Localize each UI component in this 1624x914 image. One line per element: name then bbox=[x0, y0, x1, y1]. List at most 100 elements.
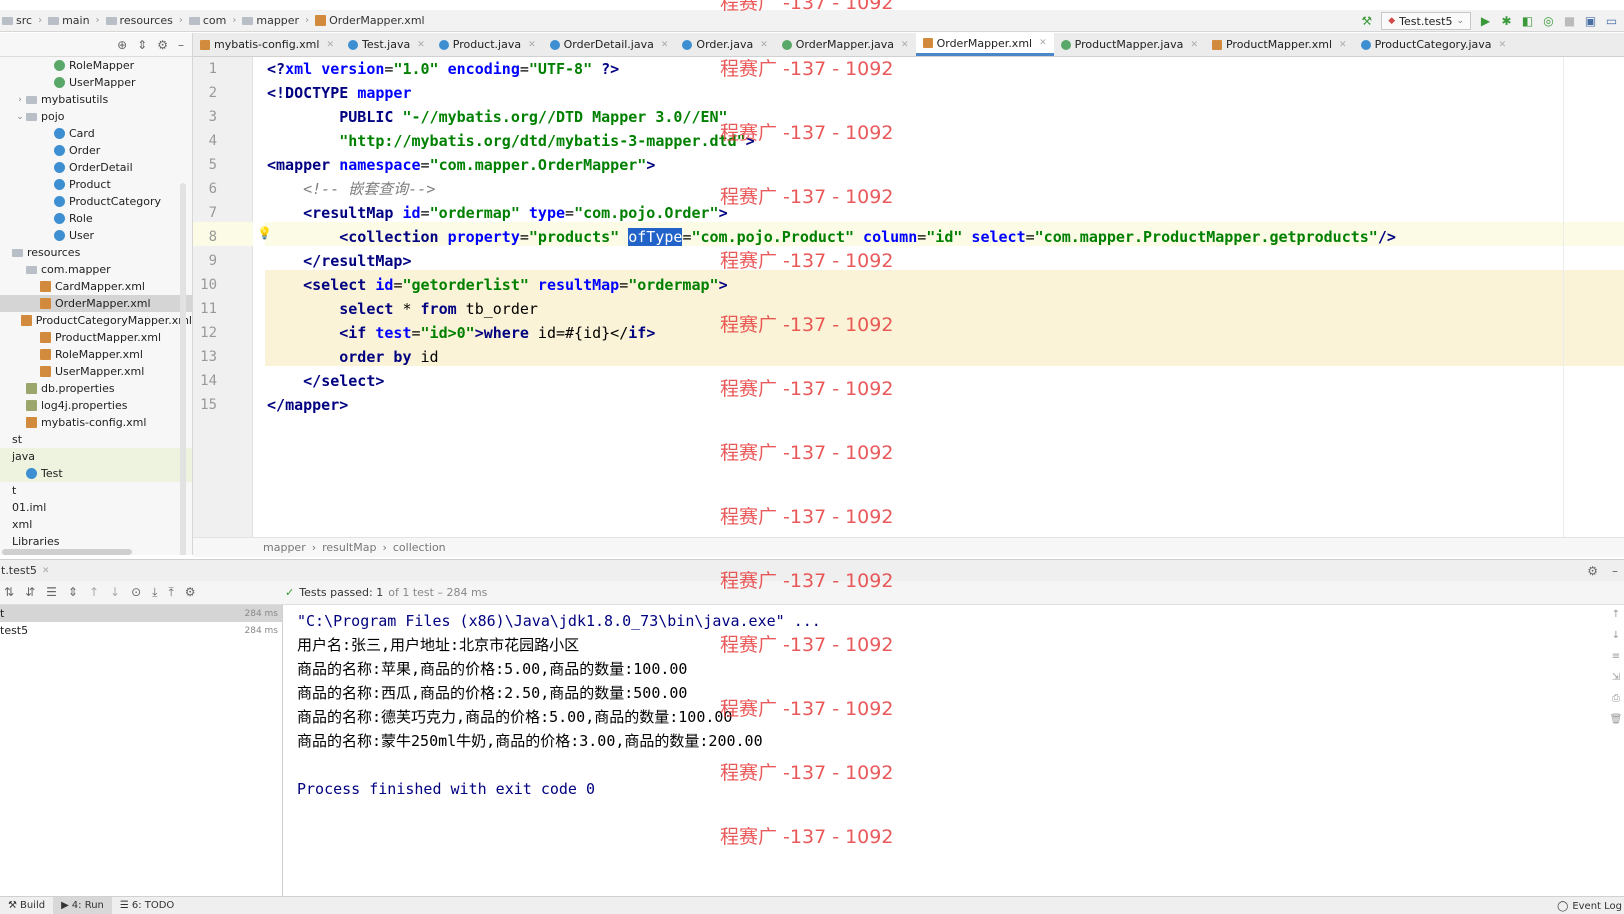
project-tree-item[interactable]: t bbox=[0, 482, 192, 499]
run-configuration-select[interactable]: ◆ Test.test5 ⌄ bbox=[1381, 12, 1471, 30]
project-tree-item[interactable]: com.mapper bbox=[0, 261, 192, 278]
editor-tab[interactable]: OrderMapper.xml ✕ bbox=[915, 33, 1054, 56]
project-tree-item[interactable]: CardMapper.xml bbox=[0, 278, 192, 295]
close-icon[interactable]: ✕ bbox=[1339, 40, 1347, 50]
project-tree-item[interactable]: ProductCategory bbox=[0, 193, 192, 210]
tree-arrow-icon[interactable]: › bbox=[14, 95, 26, 105]
editor-tab[interactable]: OrderDetail.java ✕ bbox=[543, 33, 676, 56]
close-icon[interactable]: ✕ bbox=[528, 40, 536, 50]
breadcrumb-main[interactable]: main bbox=[46, 14, 91, 27]
breadcrumb-mapper[interactable]: mapper bbox=[240, 14, 301, 27]
breadcrumb-resources[interactable]: resources bbox=[104, 14, 175, 27]
code-line-15[interactable]: </mapper> bbox=[267, 393, 348, 417]
build-tool-button[interactable]: ⚒ Build bbox=[0, 897, 53, 914]
code-line-9[interactable]: </resultMap> bbox=[267, 249, 411, 273]
project-tree-item[interactable]: OrderMapper.xml bbox=[0, 295, 192, 312]
gear-icon[interactable]: ⚙ bbox=[1587, 564, 1598, 578]
code-editor[interactable]: 💡 1 2 3 4 5 6 7 8 9 10 11 12 13 14 15 <?xml version="1… bbox=[193, 57, 1624, 537]
selected-word[interactable]: ofType bbox=[628, 228, 683, 246]
breadcrumb-src[interactable]: src bbox=[0, 14, 34, 27]
close-icon[interactable]: ✕ bbox=[1190, 40, 1198, 50]
scroll-end-icon[interactable]: ⇲ bbox=[1612, 672, 1620, 683]
editor-crumb-resultmap[interactable]: resultMap bbox=[322, 541, 376, 554]
code-line-8[interactable]: <collection property="products" ofType="… bbox=[267, 225, 1396, 249]
collapse-all-icon[interactable]: ⇕ bbox=[68, 585, 78, 600]
minimize-icon[interactable]: – bbox=[1612, 564, 1618, 578]
code-line-1[interactable]: <?xml version="1.0" encoding="UTF-8" ?> bbox=[267, 57, 619, 81]
editor-tab[interactable]: OrderMapper.java ✕ bbox=[775, 33, 916, 56]
project-horizontal-scrollbar[interactable] bbox=[2, 549, 132, 555]
zoom-icon[interactable]: ⊙ bbox=[131, 585, 141, 600]
project-tree-item[interactable]: Product bbox=[0, 176, 192, 193]
editor-tab[interactable]: Order.java ✕ bbox=[675, 33, 774, 56]
project-tree-item[interactable]: OrderDetail bbox=[0, 159, 192, 176]
project-tree-item[interactable]: Order bbox=[0, 142, 192, 159]
console-output[interactable]: "C:\Program Files (x86)\Java\jdk1.8.0_73… bbox=[283, 605, 1624, 896]
project-tree-item[interactable]: ⌄ pojo bbox=[0, 108, 192, 125]
project-tree-item[interactable]: ProductCategoryMapper.xml bbox=[0, 312, 192, 329]
code-line-10[interactable]: <select id="getorderlist" resultMap="ord… bbox=[267, 273, 727, 297]
close-icon[interactable]: ✕ bbox=[901, 40, 909, 50]
close-icon[interactable]: ✕ bbox=[760, 40, 768, 50]
project-tree-item[interactable]: 01.iml bbox=[0, 499, 192, 516]
settings-icon[interactable]: ⚙ bbox=[185, 585, 196, 600]
coverage-icon[interactable]: ◧ bbox=[1521, 14, 1534, 28]
export-icon[interactable]: ⤒ bbox=[168, 585, 173, 600]
editor-tab[interactable]: Test.java ✕ bbox=[341, 33, 432, 56]
project-scrollbar[interactable] bbox=[180, 183, 186, 555]
editor-tab[interactable]: Product.java ✕ bbox=[432, 33, 543, 56]
editor-tab[interactable]: ProductMapper.xml ✕ bbox=[1205, 33, 1354, 56]
project-tree-item[interactable]: Libraries bbox=[0, 533, 192, 550]
wrap-icon[interactable]: ≡ bbox=[1612, 651, 1620, 662]
editor-tab[interactable]: ProductCategory.java ✕ bbox=[1354, 33, 1514, 56]
debug-icon[interactable]: ✱ bbox=[1500, 14, 1513, 28]
code-line-11[interactable]: select * from tb_order bbox=[267, 297, 538, 321]
project-structure-icon[interactable]: ▣ bbox=[1584, 14, 1597, 28]
gear-icon[interactable]: ⚙ bbox=[157, 38, 168, 52]
minimize-icon[interactable]: – bbox=[178, 38, 184, 52]
project-tree-item[interactable]: UserMapper bbox=[0, 74, 192, 91]
project-tree-item[interactable]: xml bbox=[0, 516, 192, 533]
stop-icon[interactable]: ■ bbox=[1563, 14, 1576, 28]
project-tree-item[interactable]: Card bbox=[0, 125, 192, 142]
breadcrumb-file[interactable]: OrderMapper.xml bbox=[313, 14, 427, 27]
project-tree-item[interactable]: java bbox=[0, 448, 192, 465]
project-tree-item[interactable]: UserMapper.xml bbox=[0, 363, 192, 380]
locate-icon[interactable]: ⊕ bbox=[117, 38, 127, 52]
close-icon[interactable]: ✕ bbox=[1039, 38, 1047, 48]
print-icon[interactable]: ⎙ bbox=[1612, 693, 1620, 704]
editor-tab[interactable]: mybatis-config.xml ✕ bbox=[193, 33, 341, 56]
run-tab[interactable]: t.test5 ✕ bbox=[0, 564, 49, 577]
event-log-button[interactable]: ◯ Event Log bbox=[1557, 897, 1622, 914]
editor-crumb-collection[interactable]: collection bbox=[393, 541, 446, 554]
code-line-14[interactable]: </select> bbox=[267, 369, 384, 393]
project-tree-item[interactable]: log4j.properties bbox=[0, 397, 192, 414]
project-tree-item[interactable]: db.properties bbox=[0, 380, 192, 397]
code-line-2[interactable]: <!DOCTYPE mapper bbox=[267, 81, 412, 105]
close-icon[interactable]: ✕ bbox=[42, 566, 50, 576]
breadcrumb-com[interactable]: com bbox=[187, 14, 229, 27]
project-tree-item[interactable]: resources bbox=[0, 244, 192, 261]
code-line-12[interactable]: <if test="id>0">where id=#{id}</if> bbox=[267, 321, 655, 345]
project-tree-item[interactable]: mybatis-config.xml bbox=[0, 414, 192, 431]
editor-tab[interactable]: ProductMapper.java ✕ bbox=[1054, 33, 1205, 56]
code-line-5[interactable]: <mapper namespace="com.mapper.OrderMappe… bbox=[267, 153, 655, 177]
project-tree-item[interactable]: User bbox=[0, 227, 192, 244]
todo-tool-button[interactable]: ☰ 6: TODO bbox=[112, 897, 182, 914]
build-hammer-icon[interactable]: ⚒ bbox=[1360, 14, 1373, 28]
project-tree-item[interactable]: RoleMapper bbox=[0, 57, 192, 74]
previous-icon[interactable]: ↑ bbox=[89, 585, 99, 600]
sort-duration-icon[interactable]: ⇵ bbox=[25, 585, 35, 600]
code-line-4[interactable]: "http://mybatis.org/dtd/mybatis-3-mapper… bbox=[267, 129, 754, 153]
close-icon[interactable]: ✕ bbox=[417, 40, 425, 50]
down-icon[interactable]: ↓ bbox=[1612, 630, 1620, 641]
expand-all-icon[interactable]: ☰ bbox=[46, 585, 57, 600]
tree-arrow-icon[interactable]: ⌄ bbox=[14, 112, 26, 122]
trash-icon[interactable]: 🗑 bbox=[1610, 714, 1623, 725]
project-tree-item[interactable]: Test bbox=[0, 465, 192, 482]
next-icon[interactable]: ↓ bbox=[110, 585, 120, 600]
window-icon[interactable]: ▭ bbox=[1605, 14, 1618, 28]
project-tree-item[interactable]: RoleMapper.xml bbox=[0, 346, 192, 363]
project-tree-item[interactable]: Role bbox=[0, 210, 192, 227]
project-tree-item[interactable]: st bbox=[0, 431, 192, 448]
